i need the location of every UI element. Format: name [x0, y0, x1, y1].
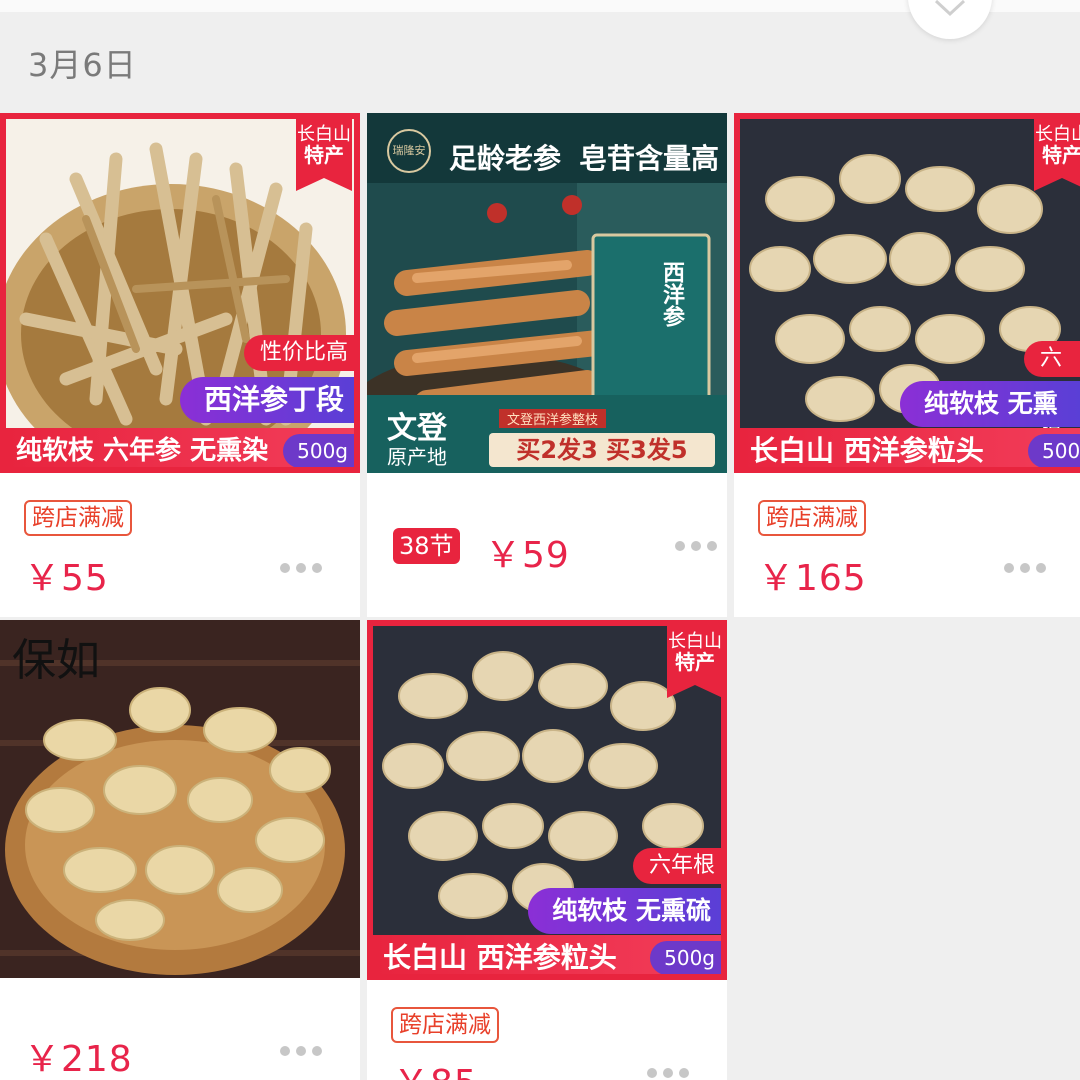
more-icon[interactable] [280, 1046, 326, 1058]
product-price: ￥55 [24, 558, 109, 599]
product-image[interactable]: 长白山特产 六年根 纯软枝 无熏硫 长白山 西洋参粒头 500g [367, 620, 727, 980]
value-label: 六年根 [632, 848, 721, 884]
product-image[interactable]: 保如 [0, 620, 360, 978]
promo-tag: 跨店满减 [758, 500, 866, 536]
promo-text: 买2发3 买3发5 [489, 433, 715, 467]
chevron-down-icon [934, 0, 966, 17]
collapse-button[interactable] [908, 0, 992, 39]
product-price: ￥59 [485, 535, 570, 576]
package-text: 西洋参 [659, 261, 684, 327]
promo-tag: 跨店满减 [391, 1007, 499, 1043]
origin-ribbon: 长白山特产 [1034, 119, 1080, 191]
calligraphy-mark: 保如 [12, 635, 100, 686]
origin-bottom: 原产地 [387, 445, 447, 469]
more-icon[interactable] [280, 563, 326, 575]
weight-pill: 500g [283, 434, 354, 467]
product-image[interactable]: 长白山特产 六年根 纯软枝 无熏硫 长白山 西洋参粒头 500g [734, 113, 1080, 473]
headline-b: 皂苷含量高 [579, 142, 720, 175]
date-header: 3月6日 [28, 46, 137, 84]
headline-a: 足龄老参 [449, 142, 562, 175]
product-name-pill: 纯软枝 无熏硫 [528, 888, 721, 934]
product-card[interactable]: 保如 ￥218 [0, 620, 360, 1080]
price-row: ￥165 [734, 547, 1080, 617]
product-image[interactable]: 长白山 特产 性价比高 西洋参丁段 纯软枝 六年参 无熏染 500g [0, 113, 360, 473]
value-label: 六年根 [1024, 341, 1080, 443]
price-row: ￥55 [0, 547, 360, 617]
more-icon[interactable] [647, 1068, 693, 1080]
weight-pill: 500g [1028, 434, 1080, 467]
product-price: ￥218 [24, 1039, 133, 1080]
product-card[interactable]: 瑞隆安 足龄老参 皂苷含量高 西洋参 文登 原产地 文登西洋参整枝 买2发3 买… [367, 113, 727, 617]
more-icon[interactable] [1004, 563, 1050, 575]
product-card[interactable]: 长白山特产 六年根 纯软枝 无熏硫 长白山 西洋参粒头 500g 跨店满减 [734, 113, 1080, 547]
price-row: ￥85 [367, 1054, 727, 1080]
small-caption: 文登西洋参整枝 [499, 409, 607, 428]
festival-badge: 38节 [393, 528, 460, 564]
more-icon[interactable] [675, 541, 721, 553]
product-price: ￥165 [758, 558, 867, 599]
product-name-pill: 纯软枝 无熏硫 [900, 381, 1080, 464]
promo-tag: 跨店满减 [24, 500, 132, 536]
product-name-pill: 西洋参丁段 [179, 377, 354, 423]
product-image[interactable]: 瑞隆安 足龄老参 皂苷含量高 西洋参 文登 原产地 文登西洋参整枝 买2发3 买… [367, 113, 727, 473]
brand-seal: 瑞隆安 [387, 129, 431, 173]
value-label: 性价比高 [243, 335, 354, 371]
product-card[interactable]: 长白山特产 六年根 纯软枝 无熏硫 长白山 西洋参粒头 500g 跨店满减 [367, 620, 727, 1054]
product-price: ￥85 [393, 1054, 478, 1080]
weight-pill: 500g [650, 941, 721, 974]
product-card[interactable]: 长白山 特产 性价比高 西洋参丁段 纯软枝 六年参 无熏染 500g 跨店满减 [0, 113, 360, 547]
